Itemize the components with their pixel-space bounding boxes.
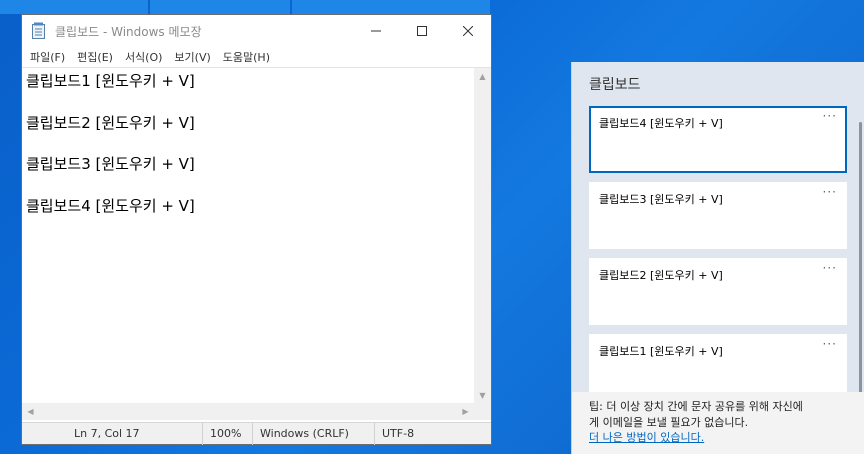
desktop-icon-strip (292, 0, 490, 14)
maximize-button[interactable] (399, 15, 445, 47)
menu-edit[interactable]: 편집(E) (71, 49, 119, 65)
editor-line: 클립보드1 [윈도우키 + V] (26, 72, 195, 90)
maximize-icon (417, 26, 427, 36)
editor-line: 클립보드4 [윈도우키 + V] (26, 196, 195, 215)
status-encoding: UTF-8 (374, 422, 491, 445)
clipboard-item[interactable]: 클립보드3 [윈도우키 + V] ··· (589, 182, 847, 249)
clipboard-tip: 팁: 더 이상 장치 간에 문자 공유를 위해 자신에 게 이메일을 보낼 필요… (572, 392, 864, 454)
menu-bar: 파일(F) 편집(E) 서식(O) 보기(V) 도움말(H) (22, 47, 491, 67)
clipboard-item-text: 클립보드2 [윈도우키 + V] (599, 269, 723, 282)
clipboard-title: 클립보드 (589, 77, 641, 93)
minimize-icon (371, 30, 381, 32)
minimize-button[interactable] (353, 15, 399, 47)
clipboard-item-text: 클립보드3 [윈도우키 + V] (599, 193, 723, 206)
horizontal-scrollbar[interactable]: ◀ ▶ (22, 403, 474, 420)
menu-view[interactable]: 보기(V) (168, 49, 216, 65)
status-zoom: 100% (202, 422, 252, 445)
clipboard-item[interactable]: 클립보드1 [윈도우키 + V] ··· (589, 334, 847, 392)
status-position: Ln 7, Col 17 (74, 427, 140, 440)
more-options-icon[interactable]: ··· (823, 109, 837, 123)
clipboard-item[interactable]: 클립보드4 [윈도우키 + V] ··· (589, 106, 847, 173)
status-bar: Ln 7, Col 17 100% Windows (CRLF) UTF-8 (22, 422, 491, 445)
tip-link[interactable]: 더 나은 방법이 있습니다. (589, 431, 704, 444)
desktop-icon-strip (150, 0, 290, 14)
menu-file[interactable]: 파일(F) (24, 49, 71, 65)
menu-format[interactable]: 서식(O) (119, 49, 168, 65)
clipboard-panel: 클립보드 클립보드4 [윈도우키 + V] ··· 클립보드3 [윈도우키 + … (571, 62, 864, 454)
scroll-down-icon[interactable]: ▼ (474, 387, 491, 404)
scroll-left-icon[interactable]: ◀ (22, 403, 39, 420)
close-icon (463, 26, 473, 36)
notepad-icon (31, 22, 49, 40)
editor-line: 클립보드3 [윈도우키 + V] (26, 155, 195, 173)
desktop-icon-strip (0, 0, 148, 14)
window-title: 클립보드 - Windows 메모장 (55, 24, 202, 39)
clipboard-item[interactable]: 클립보드2 [윈도우키 + V] ··· (589, 258, 847, 325)
text-editor[interactable]: 클립보드1 [윈도우키 + V] 클립보드2 [윈도우키 + V] 클립보드3 … (22, 67, 491, 420)
scroll-up-icon[interactable]: ▲ (474, 68, 491, 85)
scroll-corner (474, 403, 491, 420)
menu-help[interactable]: 도움말(H) (217, 49, 276, 65)
scroll-right-icon[interactable]: ▶ (457, 403, 474, 420)
vertical-scrollbar[interactable]: ▲ ▼ (474, 68, 491, 404)
notepad-window: 클립보드 - Windows 메모장 파일(F) 편집(E) 서식(O) 보기(… (21, 14, 492, 445)
more-options-icon[interactable]: ··· (823, 337, 837, 351)
clipboard-scrollbar[interactable] (859, 122, 862, 394)
status-line-ending: Windows (CRLF) (252, 422, 374, 445)
more-options-icon[interactable]: ··· (823, 261, 837, 275)
clipboard-item-text: 클립보드1 [윈도우키 + V] (599, 345, 723, 358)
more-options-icon[interactable]: ··· (823, 185, 837, 199)
clipboard-item-text: 클립보드4 [윈도우키 + V] (599, 117, 723, 130)
title-bar[interactable]: 클립보드 - Windows 메모장 (22, 15, 491, 47)
tip-text: 게 이메일을 보낼 필요가 없습니다. (589, 415, 749, 429)
tip-text: 팁: 더 이상 장치 간에 문자 공유를 위해 자신에 (589, 400, 803, 413)
editor-line: 클립보드2 [윈도우키 + V] (26, 113, 195, 132)
close-button[interactable] (445, 15, 491, 47)
